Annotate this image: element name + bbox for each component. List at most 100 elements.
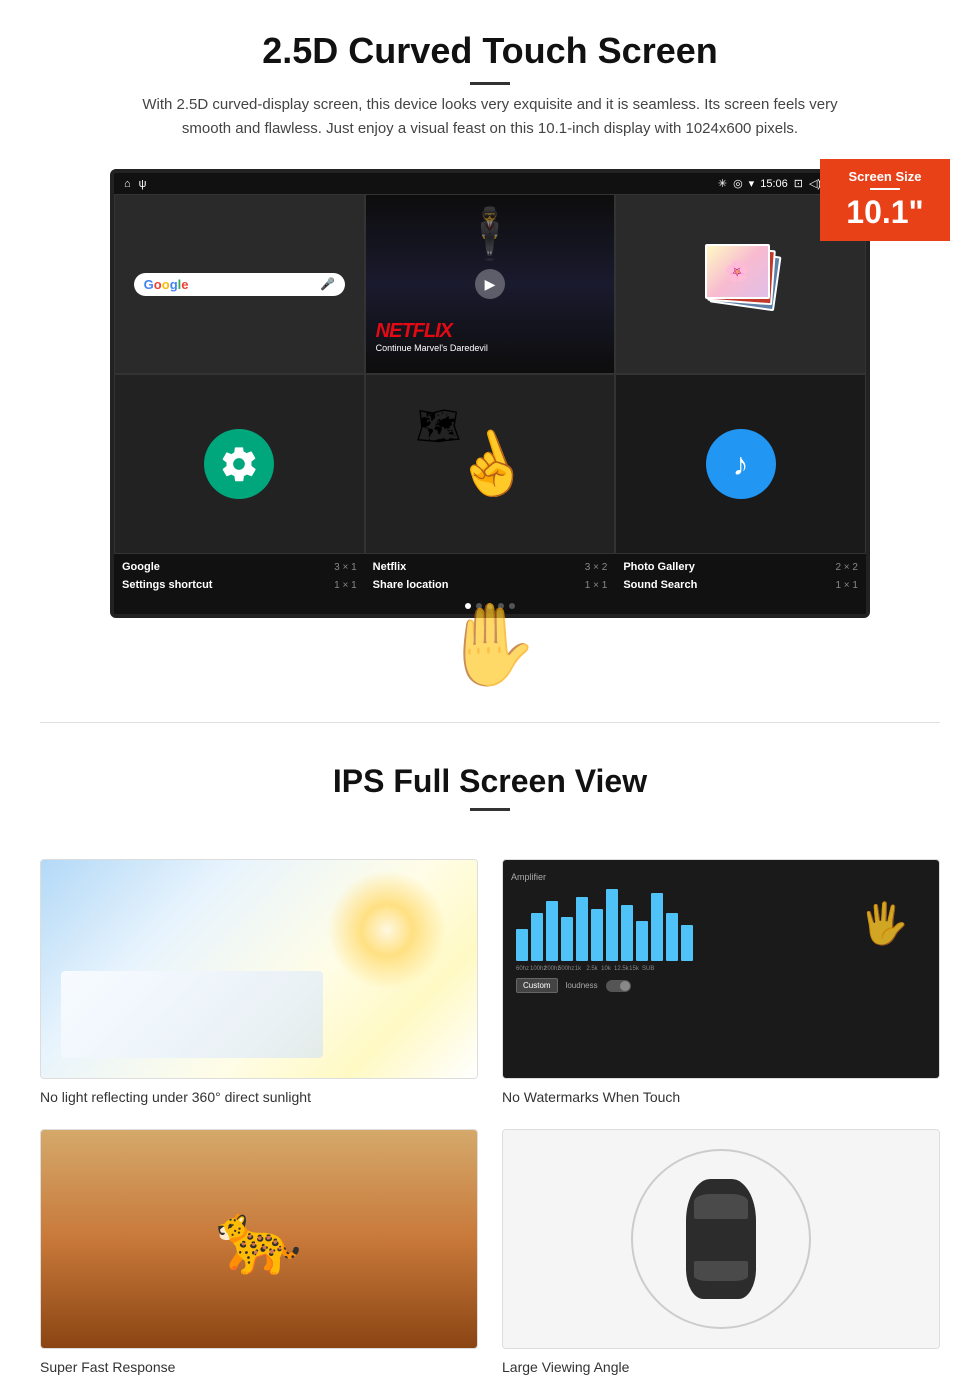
app-label-settings: Settings shortcut 1 × 1 bbox=[114, 576, 365, 594]
netflix-subtitle: Continue Marvel's Daredevil bbox=[376, 343, 605, 353]
car-rear-window bbox=[694, 1261, 748, 1281]
section1-description: With 2.5D curved-display screen, this de… bbox=[140, 93, 840, 141]
amplifier-illustration: Amplifier 60hz100hz200hz500hz1k2.5k10k12… bbox=[503, 860, 939, 1078]
netflix-overlay: NETFLIX Continue Marvel's Daredevil bbox=[376, 320, 605, 353]
app-cell-netflix[interactable]: 🕴 ▶ NETFLIX Continue Marvel's Daredevil bbox=[365, 194, 616, 374]
badge-divider bbox=[870, 188, 900, 190]
app-label-sound: Sound Search 1 × 1 bbox=[615, 576, 866, 594]
amp-bar-item bbox=[651, 893, 663, 961]
google-logo: Google bbox=[144, 277, 189, 292]
app-cell-settings[interactable] bbox=[114, 374, 365, 554]
netflix-bg: 🕴 ▶ NETFLIX Continue Marvel's Daredevil bbox=[366, 195, 615, 373]
car-windshield bbox=[694, 1194, 748, 1219]
screen-badge: Screen Size 10.1" bbox=[820, 159, 950, 241]
page-divider bbox=[40, 722, 940, 723]
feature-img-car bbox=[502, 1129, 940, 1349]
feature-item-sunlight: No light reflecting under 360° direct su… bbox=[40, 859, 478, 1105]
amp-bar-item bbox=[516, 929, 528, 961]
amp-bar-item bbox=[666, 913, 678, 961]
feature-item-watermark: Amplifier 60hz100hz200hz500hz1k2.5k10k12… bbox=[502, 859, 940, 1105]
feature-img-amplifier: Amplifier 60hz100hz200hz500hz1k2.5k10k12… bbox=[502, 859, 940, 1079]
status-time: 15:06 bbox=[760, 178, 788, 190]
amp-custom-button[interactable]: Custom bbox=[516, 978, 558, 993]
app-cell-share-location[interactable]: 🗺 ☝ bbox=[365, 374, 616, 554]
feature-caption-3: Super Fast Response bbox=[40, 1359, 478, 1375]
amp-bar-item bbox=[576, 897, 588, 961]
badge-label: Screen Size bbox=[834, 169, 936, 184]
sun-glow bbox=[327, 870, 447, 990]
status-bar: ⌂ ψ ✳ ◎ ▾ 15:06 ⊡ ◁) ⊠ ⬜ bbox=[114, 173, 866, 194]
amp-bar-item bbox=[561, 917, 573, 961]
feature-caption-4: Large Viewing Angle bbox=[502, 1359, 940, 1375]
settings-app-size: 1 × 1 bbox=[334, 580, 357, 591]
feature-item-cheetah: 🐆 Super Fast Response bbox=[40, 1129, 478, 1375]
feature-caption-1: No light reflecting under 360° direct su… bbox=[40, 1089, 478, 1105]
sunlight-illustration bbox=[41, 860, 477, 1078]
amp-bar-item bbox=[531, 913, 543, 961]
app-grid: Google 🎤 🕴 ▶ NETFLIX Continue Marvel's D… bbox=[114, 194, 866, 554]
feature-item-car: Large Viewing Angle bbox=[502, 1129, 940, 1375]
photo-stack: 🌸 bbox=[701, 244, 781, 324]
google-app-name: Google bbox=[122, 561, 160, 573]
amp-bar-item bbox=[621, 905, 633, 961]
app-label-share: Share location 1 × 1 bbox=[365, 576, 616, 594]
hand-touch-illustration: 🤚 bbox=[110, 598, 870, 692]
car-top-view-container bbox=[686, 1179, 756, 1299]
amp-bar-item bbox=[606, 889, 618, 961]
usb-icon: ψ bbox=[139, 178, 147, 190]
amp-bar-item bbox=[636, 921, 648, 961]
amp-controls: Custom loudness bbox=[511, 972, 931, 999]
car-body-top bbox=[686, 1179, 756, 1299]
section2-header: IPS Full Screen View bbox=[0, 753, 980, 839]
amp-bar-item bbox=[546, 901, 558, 961]
share-app-size: 1 × 1 bbox=[585, 580, 608, 591]
feature-caption-2: No Watermarks When Touch bbox=[502, 1089, 940, 1105]
gallery-app-name: Photo Gallery bbox=[623, 561, 695, 573]
app-label-google: Google 3 × 1 bbox=[114, 558, 365, 576]
app-label-netflix: Netflix 3 × 2 bbox=[365, 558, 616, 576]
netflix-play-button[interactable]: ▶ bbox=[475, 269, 505, 299]
app-cell-sound-search[interactable]: ♪ bbox=[615, 374, 866, 554]
section1-divider bbox=[470, 82, 510, 85]
share-app-name: Share location bbox=[373, 579, 449, 591]
cheetah-emoji: 🐆 bbox=[215, 1198, 302, 1280]
light-reflection bbox=[61, 971, 323, 1058]
google-app-size: 3 × 1 bbox=[334, 562, 357, 573]
netflix-app-size: 3 × 2 bbox=[585, 562, 608, 573]
amp-loudness-label: loudness bbox=[566, 981, 598, 990]
section1-title: 2.5D Curved Touch Screen bbox=[60, 30, 920, 72]
feature-img-cheetah: 🐆 bbox=[40, 1129, 478, 1349]
settings-icon-wrap bbox=[204, 429, 274, 499]
daredevil-figure: 🕴 bbox=[459, 205, 521, 264]
pointing-hand-icon: 🤚 bbox=[440, 598, 540, 692]
wifi-icon: ▾ bbox=[749, 177, 755, 190]
google-search-bar[interactable]: Google 🎤 bbox=[134, 273, 345, 296]
cheetah-illustration: 🐆 bbox=[41, 1130, 477, 1348]
gallery-app-size: 2 × 2 bbox=[835, 562, 858, 573]
netflix-app-name: Netflix bbox=[373, 561, 407, 573]
location-icon: ◎ bbox=[733, 177, 743, 190]
status-left-icons: ⌂ ψ bbox=[124, 178, 147, 190]
feature-grid: No light reflecting under 360° direct su… bbox=[0, 839, 980, 1395]
car-illustration bbox=[503, 1130, 939, 1348]
sound-app-size: 1 × 1 bbox=[835, 580, 858, 591]
settings-app-name: Settings shortcut bbox=[122, 579, 212, 591]
gear-icon bbox=[219, 444, 259, 484]
bluetooth-icon: ✳ bbox=[718, 177, 727, 190]
camera-icon: ⊡ bbox=[794, 177, 803, 190]
device-wrapper: Screen Size 10.1" ⌂ ψ ✳ ◎ ▾ 15:06 ⊡ ◁) ⊠… bbox=[110, 169, 870, 692]
app-cell-google[interactable]: Google 🎤 bbox=[114, 194, 365, 374]
device-frame: ⌂ ψ ✳ ◎ ▾ 15:06 ⊡ ◁) ⊠ ⬜ Google bbox=[110, 169, 870, 618]
home-icon[interactable]: ⌂ bbox=[124, 178, 131, 190]
google-mic-icon[interactable]: 🎤 bbox=[320, 277, 335, 291]
music-note-icon: ♪ bbox=[733, 446, 749, 483]
hand-touch-amp: 🖐 bbox=[859, 900, 909, 947]
netflix-logo: NETFLIX bbox=[376, 320, 605, 343]
section2-divider bbox=[470, 808, 510, 811]
amp-bar-item bbox=[591, 909, 603, 961]
badge-size: 10.1" bbox=[834, 194, 936, 231]
amp-toggle[interactable] bbox=[606, 980, 631, 992]
app-labels: Google 3 × 1 Netflix 3 × 2 Photo Gallery… bbox=[114, 554, 866, 598]
section2-title: IPS Full Screen View bbox=[60, 763, 920, 800]
feature-img-sunlight bbox=[40, 859, 478, 1079]
